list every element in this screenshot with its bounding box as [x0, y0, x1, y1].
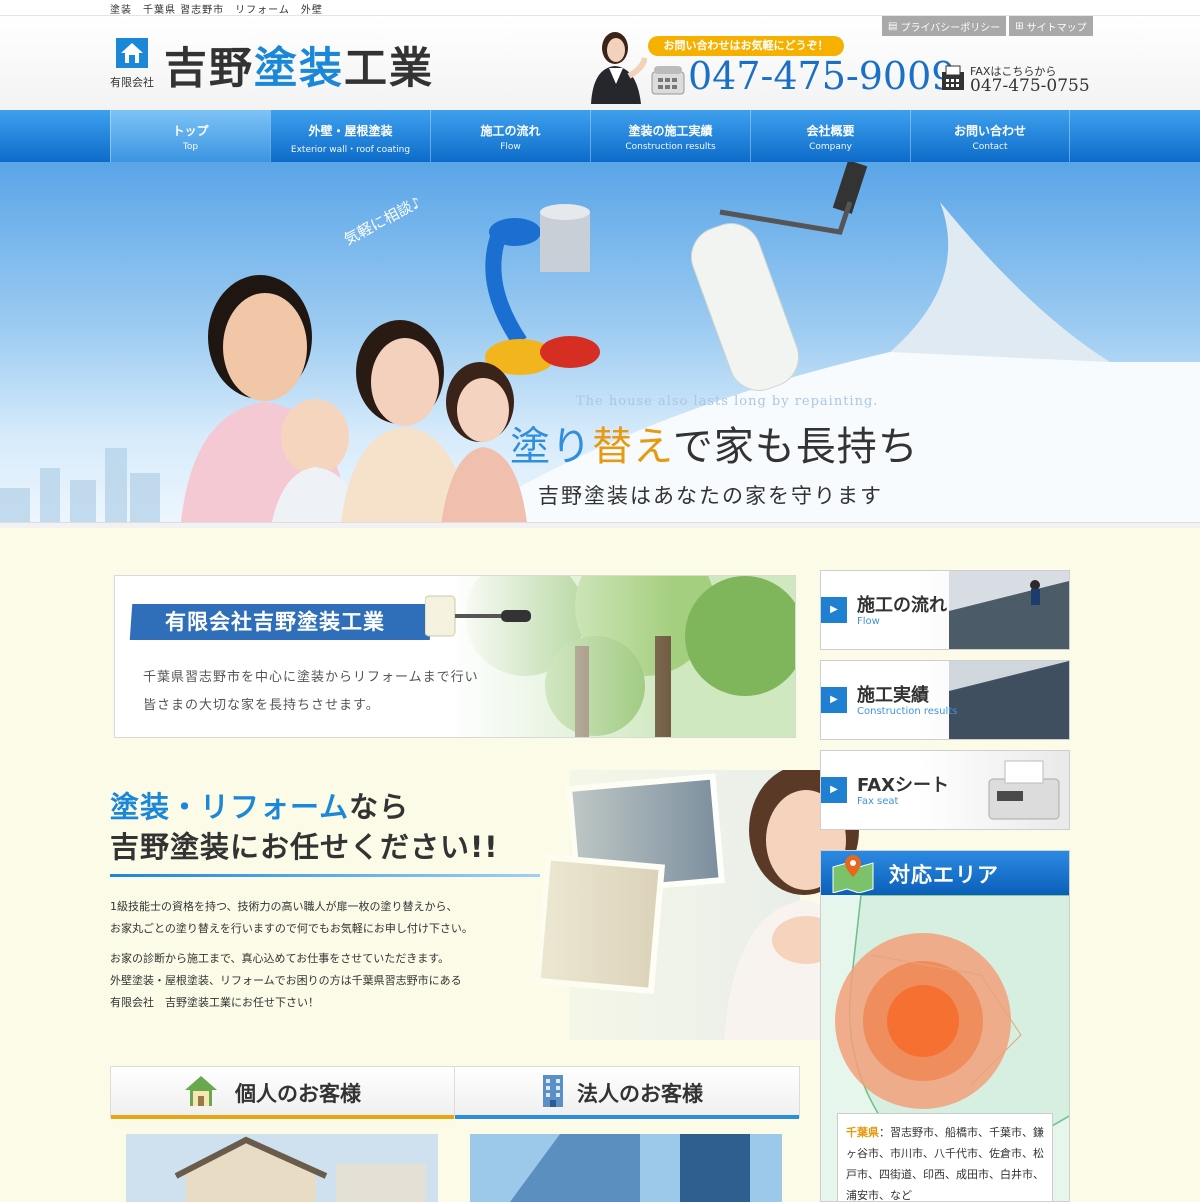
arrow-right-icon: ▶: [821, 777, 847, 803]
site-logo[interactable]: 有限会社 吉野塗装工業: [110, 36, 450, 100]
tab-corporate-customers[interactable]: 法人のお客様: [455, 1067, 799, 1119]
hero-subheadline: 吉野塗装はあなたの家を守ります: [538, 484, 883, 508]
service-area-header: 対応エリア: [821, 851, 1069, 895]
house-icon: [185, 1076, 217, 1106]
sitemap-link[interactable]: ⊞ サイトマップ: [1009, 16, 1093, 36]
hero-headline: 塗り替えで家も長持ち: [510, 424, 919, 470]
pitch-text-4: 外壁塗装・屋根塗装、リフォームでお困りの方は千葉県習志野市にある: [110, 974, 462, 987]
site-header: 有限会社 吉野塗装工業 ▤ プライバシーポリシー ⊞ サイトマップ お問い合わせはお…: [0, 16, 1200, 110]
roof-photo: [949, 661, 1069, 739]
pitch-divider: [110, 874, 540, 877]
contact-bubble: お問い合わせはお気軽にどうぞ！: [648, 36, 844, 56]
intro-text-line-2: 皆さまの大切な家を長持ちさせます。: [143, 698, 380, 713]
hero-tagline-en: The house also lasts long by repainting.: [576, 394, 879, 409]
arrow-right-icon: ▶: [821, 687, 847, 713]
sitemap-icon: ⊞: [1015, 20, 1024, 32]
sidebar-fax-sublabel: Fax seat: [857, 796, 899, 807]
sidebar-results-sublabel: Construction results: [857, 706, 958, 717]
operator-photo: [591, 32, 647, 104]
sidebar-fax-label: FAXシート: [857, 775, 950, 796]
intro-text-line-1: 千葉県習志野市を中心に塗装からリフォームまで行い: [143, 670, 479, 685]
fax-machine-photo: [988, 760, 1060, 820]
sidebar-results-button[interactable]: ▶ 施工実績 Construction results: [820, 660, 1070, 740]
tab-personal-underline: [111, 1115, 454, 1119]
document-icon: ▤: [888, 20, 898, 32]
customer-type-tabs: 個人のお客様 法人のお客様: [110, 1066, 800, 1119]
pitch-heading-line-2: 吉野塗装にお任せください!!: [110, 830, 499, 864]
sidebar-fax-button[interactable]: ▶ FAXシート Fax seat: [820, 750, 1070, 830]
pitch-heading-line-1: 塗装・リフォームなら: [110, 790, 410, 824]
fax-icon: [942, 65, 964, 90]
nav-item-top[interactable]: トップ Top: [110, 110, 270, 162]
top-keyword-strip: 塗装 千葉県 習志野市 リフォーム 外壁: [0, 0, 1200, 16]
pitch-text-1: 1級技能士の資格を持つ、技術力の高い職人が扉一枚の塗り替えから、: [110, 900, 458, 913]
company-intro-box: 有限会社吉野塗装工業 千葉県習志野市を中心に塗装からリフォームまで行い 皆さまの…: [114, 575, 796, 738]
family-photo: [180, 275, 528, 528]
utility-nav: ▤ プライバシーポリシー ⊞ サイトマップ: [882, 16, 1093, 36]
house-logo-icon: [116, 38, 148, 68]
map-pin-icon: [832, 855, 874, 893]
sidebar-flow-sublabel: Flow: [857, 616, 880, 627]
service-area-title: 対応エリア: [889, 863, 999, 887]
tab-personal-customers[interactable]: 個人のお客様: [111, 1067, 455, 1119]
global-nav: トップ Top 外壁・屋根塗装 Exterior wall・roof coating…: [0, 110, 1200, 162]
telephone-icon: [651, 66, 685, 95]
nav-item-exterior-roof[interactable]: 外壁・屋根塗装 Exterior wall・roof coating: [270, 110, 430, 162]
nav-item-flow[interactable]: 施工の流れ Flow: [430, 110, 590, 162]
arrow-right-icon: ▶: [821, 597, 847, 623]
seo-keywords: 塗装 千葉県 習志野市 リフォーム 外壁: [110, 5, 323, 16]
small-roller-icon: [425, 595, 531, 637]
nav-item-company[interactable]: 会社概要 Company: [750, 110, 910, 162]
pitch-text-3: お家の診断から施工まで、真心込めてお仕事をさせていただきます。: [110, 952, 450, 965]
service-pitch-section: 塗装・リフォームなら 吉野塗装にお任せください!! 1級技能士の資格を持つ、技術…: [110, 770, 890, 1040]
phone-number[interactable]: 047-475-9009: [688, 54, 955, 98]
nav-item-contact[interactable]: お問い合わせ Contact: [910, 110, 1070, 162]
service-area-box: 対応エリア 千葉県：習志野市、船橋市、千葉市、鎌ヶ谷市、市川市、八千代市、佐倉市…: [820, 850, 1070, 1202]
roof-worker-photo: [949, 571, 1069, 649]
sidebar-flow-button[interactable]: ▶ 施工の流れ Flow: [820, 570, 1070, 650]
intro-banner-title: 有限会社吉野塗装工業: [165, 610, 385, 634]
tab-corporate-label: 法人のお客様: [577, 1082, 703, 1106]
paint-roller-image: [690, 162, 868, 391]
hero-banner: 気軽に相談♪ The house also lasts long by repa…: [0, 162, 1200, 528]
fax-number: 047-475-0755: [970, 76, 1090, 96]
tab-corporate-underline: [455, 1115, 799, 1119]
pitch-text-5: 有限会社 吉野塗装工業にお任せ下さい！: [110, 996, 319, 1009]
personal-house-photo[interactable]: [126, 1134, 438, 1202]
tab-personal-label: 個人のお客様: [235, 1082, 361, 1106]
hero-bottom-edge: [0, 522, 1200, 528]
building-icon: [543, 1075, 563, 1107]
privacy-policy-link[interactable]: ▤ プライバシーポリシー: [882, 16, 1007, 36]
logo-company-type: 有限会社: [110, 76, 154, 89]
corporate-building-photo[interactable]: [470, 1134, 782, 1202]
intro-fade-overlay: [115, 576, 675, 737]
nav-item-results[interactable]: 塗装の施工実績 Construction results: [590, 110, 750, 162]
sidebar-flow-label: 施工の流れ: [857, 595, 947, 616]
pitch-text-2: お家丸ごとの塗り替えを行いますので何でもお気軽にお申し付け下さい。: [110, 922, 473, 935]
service-area-city-list: 千葉県：習志野市、船橋市、千葉市、鎌ヶ谷市、市川市、八千代市、佐倉市、松戸市、四…: [837, 1113, 1053, 1201]
sidebar-results-label: 施工実績: [857, 685, 929, 706]
logo-company-name: 吉野塗装工業: [164, 44, 434, 94]
